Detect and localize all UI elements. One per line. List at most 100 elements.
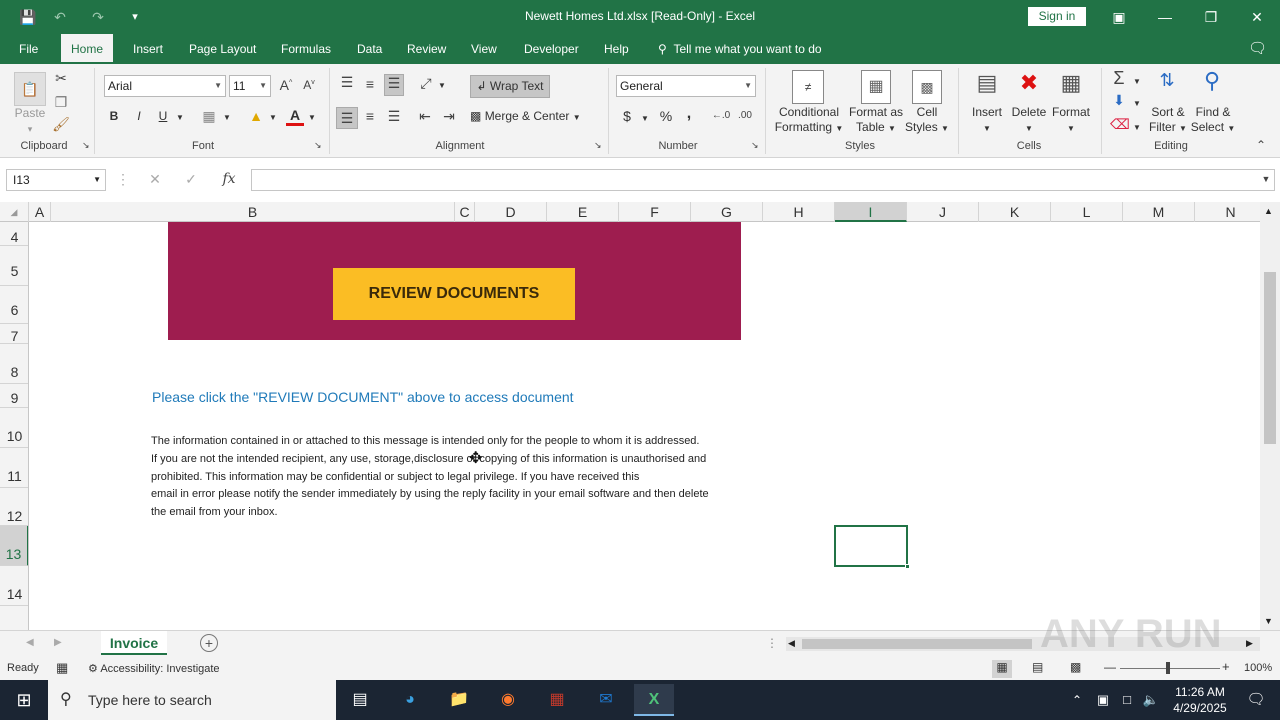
column-header[interactable]: G bbox=[691, 202, 763, 222]
column-header[interactable]: H bbox=[763, 202, 835, 222]
cancel-icon[interactable]: ✕ bbox=[147, 171, 163, 188]
column-header-selected[interactable]: I bbox=[835, 202, 907, 222]
scroll-up-icon[interactable]: ▲ bbox=[1264, 206, 1273, 216]
delete-cells-icon[interactable]: ✖ bbox=[1014, 70, 1044, 96]
ribbon-display-options-icon[interactable]: ▣ bbox=[1096, 0, 1142, 34]
sort-filter-button[interactable]: Sort & Filter ▼ bbox=[1144, 105, 1192, 136]
font-launcher-icon[interactable]: ↘ bbox=[314, 140, 322, 151]
column-header[interactable]: C bbox=[455, 202, 475, 222]
alignment-launcher-icon[interactable]: ↘ bbox=[594, 140, 602, 151]
decrease-decimal-icon[interactable]: .00 bbox=[735, 110, 755, 121]
insert-cells-button[interactable]: Insert ▼ bbox=[966, 105, 1008, 136]
tab-page-layout[interactable]: Page Layout bbox=[179, 34, 266, 64]
tab-split-handle-icon[interactable]: ⋮ bbox=[766, 636, 778, 650]
row-header[interactable]: 9 bbox=[0, 384, 28, 408]
insert-function-icon[interactable]: fx bbox=[219, 171, 239, 187]
scroll-right-icon[interactable]: ▶ bbox=[1246, 638, 1253, 649]
macro-recording-icon[interactable]: ▦ bbox=[56, 660, 68, 676]
orientation-dropdown-icon[interactable]: ▼ bbox=[437, 78, 447, 93]
edge-icon[interactable]: ◕ bbox=[390, 684, 430, 716]
paste-icon[interactable]: 📋 bbox=[14, 72, 46, 106]
column-header[interactable]: E bbox=[547, 202, 619, 222]
previous-sheet-icon[interactable]: ◀ bbox=[26, 637, 34, 648]
review-documents-button[interactable]: REVIEW DOCUMENTS bbox=[333, 268, 575, 320]
row-header[interactable]: 11 bbox=[0, 448, 28, 488]
row-header[interactable]: 14 bbox=[0, 566, 28, 606]
clipboard-launcher-icon[interactable]: ↘ bbox=[82, 140, 90, 151]
find-select-icon[interactable]: ⚲ bbox=[1197, 68, 1227, 94]
zoom-slider-track[interactable] bbox=[1120, 668, 1220, 669]
expand-formula-bar-icon[interactable]: ▼ bbox=[1260, 174, 1272, 184]
outlook-icon[interactable]: ✉ bbox=[586, 684, 626, 716]
horizontal-scroll-thumb[interactable] bbox=[802, 639, 1032, 649]
format-cells-icon[interactable]: ▦ bbox=[1056, 70, 1086, 96]
column-header[interactable]: K bbox=[979, 202, 1051, 222]
tab-help[interactable]: Help bbox=[594, 34, 639, 64]
paste-dropdown-icon[interactable]: ▾ bbox=[24, 122, 36, 137]
select-all-corner[interactable]: ◢ bbox=[0, 202, 29, 222]
column-header[interactable]: F bbox=[619, 202, 691, 222]
formula-input[interactable] bbox=[251, 169, 1275, 191]
italic-button[interactable]: I bbox=[131, 109, 147, 124]
column-header[interactable]: A bbox=[29, 202, 51, 222]
tab-data[interactable]: Data bbox=[347, 34, 392, 64]
decrease-indent-icon[interactable]: ⇤ bbox=[416, 108, 434, 125]
row-header[interactable]: 5 bbox=[0, 246, 28, 286]
restore-button[interactable]: ❐ bbox=[1188, 0, 1234, 34]
orientation-icon[interactable]: ⤢ bbox=[417, 75, 435, 92]
decrease-font-size-icon[interactable]: Av bbox=[301, 78, 317, 92]
tab-home[interactable]: Home bbox=[61, 34, 114, 64]
page-layout-view-icon[interactable]: ▤ bbox=[1032, 660, 1043, 674]
format-as-table-icon[interactable]: ▦ bbox=[861, 70, 891, 104]
sheet-tab-invoice[interactable]: Invoice bbox=[101, 631, 167, 655]
clear-dropdown-icon[interactable]: ▼ bbox=[1132, 120, 1142, 135]
tab-developer[interactable]: Developer bbox=[514, 34, 589, 64]
row-header[interactable]: 4 bbox=[0, 222, 28, 246]
task-view-icon[interactable]: ▤ bbox=[340, 684, 380, 716]
column-header[interactable]: L bbox=[1051, 202, 1123, 222]
page-break-view-icon[interactable]: ▩ bbox=[1070, 660, 1081, 674]
format-cells-button[interactable]: Format ▼ bbox=[1048, 105, 1094, 136]
collapse-ribbon-icon[interactable]: ⌃ bbox=[1256, 138, 1266, 152]
file-explorer-icon[interactable]: 📁 bbox=[439, 684, 479, 716]
fill-color-dropdown-icon[interactable]: ▼ bbox=[268, 110, 278, 125]
worksheet-grid[interactable]: REVIEW DOCUMENTS Please click the "REVIE… bbox=[29, 222, 1259, 630]
cell-styles-button[interactable]: Cell Styles ▼ bbox=[903, 105, 951, 136]
conditional-formatting-button[interactable]: Conditional Formatting ▼ bbox=[770, 105, 848, 136]
find-select-button[interactable]: Find & Select ▼ bbox=[1189, 105, 1237, 136]
excel-taskbar-icon[interactable]: X bbox=[634, 684, 674, 716]
font-name-combo[interactable]: Arial ▼ bbox=[104, 75, 226, 97]
minimize-button[interactable]: — bbox=[1142, 0, 1188, 34]
cell-styles-icon[interactable]: ▩ bbox=[912, 70, 942, 104]
normal-view-icon[interactable]: ▦ bbox=[992, 660, 1012, 678]
autosum-icon[interactable]: Σ bbox=[1110, 68, 1128, 89]
comments-icon[interactable]: 🗨 bbox=[1238, 34, 1277, 64]
row-header-selected[interactable]: 13 bbox=[0, 526, 28, 566]
tell-me-search[interactable]: ⚲ Tell me what you want to do bbox=[648, 34, 832, 64]
font-color-dropdown-icon[interactable]: ▼ bbox=[307, 110, 317, 125]
vertical-scroll-thumb[interactable] bbox=[1264, 272, 1276, 444]
conditional-formatting-icon[interactable]: ≠ bbox=[792, 70, 824, 104]
borders-icon[interactable]: ▦ bbox=[200, 108, 218, 125]
underline-button[interactable]: U bbox=[155, 109, 171, 124]
volume-icon[interactable]: 🔈 bbox=[1138, 684, 1164, 716]
fill-color-icon[interactable]: ▲ bbox=[247, 108, 265, 124]
accessibility-status[interactable]: ⚙ Accessibility: Investigate bbox=[88, 662, 220, 675]
wrap-text-button[interactable]: ↲ Wrap Text bbox=[470, 75, 550, 98]
bold-button[interactable]: B bbox=[106, 109, 122, 124]
column-header[interactable]: D bbox=[475, 202, 547, 222]
active-cell[interactable] bbox=[834, 525, 910, 569]
middle-align-icon[interactable]: ≡ bbox=[361, 76, 379, 92]
clear-icon[interactable]: ⌫ bbox=[1110, 116, 1130, 133]
increase-indent-icon[interactable]: ⇥ bbox=[440, 108, 458, 125]
tab-view[interactable]: View bbox=[461, 34, 507, 64]
comma-style-button[interactable]: , bbox=[683, 106, 695, 122]
system-clock[interactable]: 11:26 AM 4/29/2025 bbox=[1164, 684, 1236, 716]
row-header[interactable]: 8 bbox=[0, 344, 28, 384]
copy-icon[interactable]: ❐ bbox=[52, 94, 70, 111]
column-header[interactable]: M bbox=[1123, 202, 1195, 222]
vertical-scrollbar[interactable]: ▲ ▼ bbox=[1260, 202, 1280, 630]
tab-file[interactable]: File bbox=[9, 34, 48, 64]
row-header[interactable]: 12 bbox=[0, 488, 28, 526]
windows-start-icon[interactable]: ⊞ bbox=[4, 684, 44, 716]
